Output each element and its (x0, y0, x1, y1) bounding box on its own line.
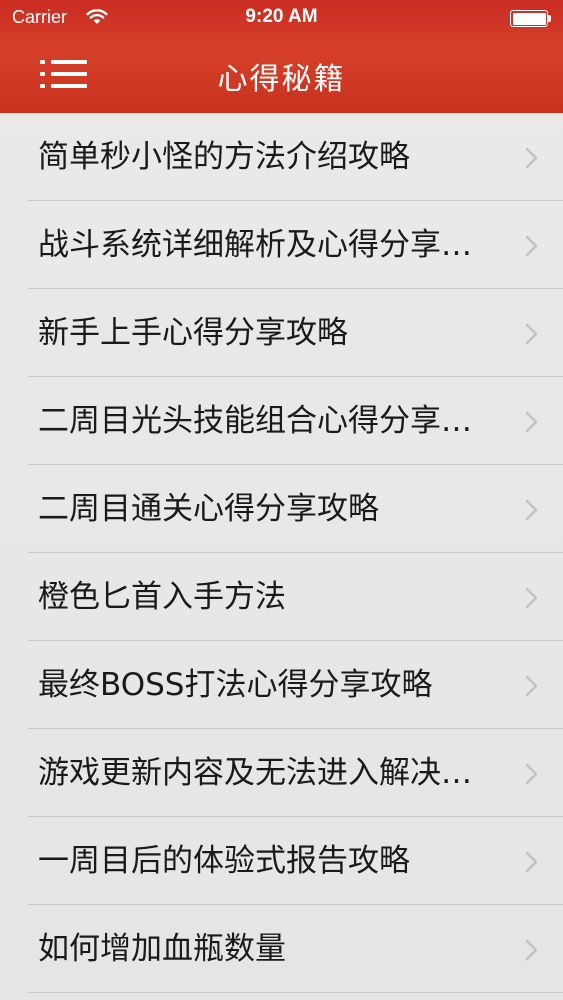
chevron-right-icon (525, 499, 539, 521)
list-item-label: 新手上手心得分享攻略 (38, 315, 348, 351)
chevron-right-icon (525, 323, 539, 345)
list-item-label: 二周目通关心得分享攻略 (38, 491, 379, 527)
list-item-label: 二周目光头技能组合心得分享… (38, 403, 472, 439)
list-item[interactable]: 二周目光头技能组合心得分享… (0, 377, 563, 465)
list-item-label: 战斗系统详细解析及心得分享… (38, 227, 472, 263)
status-bar: Carrier 9:20 AM (0, 0, 563, 36)
battery-icon (510, 10, 552, 27)
battery-tip (548, 15, 551, 22)
list-item[interactable]: 战斗系统详细解析及心得分享… (0, 201, 563, 289)
chevron-right-icon (525, 763, 539, 785)
list-item[interactable]: 如何增加血瓶数量 (0, 905, 563, 993)
chevron-right-icon (525, 587, 539, 609)
chevron-right-icon (525, 851, 539, 873)
list-item[interactable]: 简单秒小怪的方法介绍攻略 (0, 113, 563, 201)
header: Carrier 9:20 AM 心得秘籍 (0, 0, 563, 113)
battery-level (512, 12, 546, 25)
tips-list: 简单秒小怪的方法介绍攻略战斗系统详细解析及心得分享… 新手上手心得分享攻略二周目光… (0, 113, 563, 1000)
list-item-label: 如何增加血瓶数量 (38, 931, 286, 967)
chevron-right-icon (525, 147, 539, 169)
list-item[interactable]: 橙色匕首入手方法 (0, 553, 563, 641)
page-title: 心得秘籍 (217, 62, 346, 97)
list-item-label: 一周目后的体验式报告攻略 (38, 843, 410, 879)
navigation-bar: 心得秘籍 (0, 36, 563, 113)
chevron-right-icon (525, 939, 539, 961)
list-item-label: 游戏更新内容及无法进入解决… (38, 755, 472, 791)
battery-body (510, 10, 548, 27)
list-item-label: 橙色匕首入手方法 (38, 579, 286, 615)
list-item[interactable]: 游戏更新内容及无法进入解决… (0, 729, 563, 817)
list-item[interactable]: 二周目通关心得分享攻略 (0, 465, 563, 553)
chevron-right-icon (525, 235, 539, 257)
list-item[interactable]: 新手上手心得分享攻略 (0, 289, 563, 377)
list-item[interactable]: 一周目后的体验式报告攻略 (0, 817, 563, 905)
status-time: 9:20 AM (245, 6, 318, 27)
chevron-right-icon (525, 411, 539, 433)
list-item-label: 简单秒小怪的方法介绍攻略 (38, 139, 410, 175)
chevron-right-icon (525, 675, 539, 697)
list-item[interactable]: 最终BOSS打法心得分享攻略 (0, 641, 563, 729)
app-screen: Carrier 9:20 AM 心得秘籍 简单秒小怪的方法介绍攻略 战斗系统详细… (0, 0, 563, 1000)
list-item-label: 最终BOSS打法心得分享攻略 (38, 667, 433, 703)
